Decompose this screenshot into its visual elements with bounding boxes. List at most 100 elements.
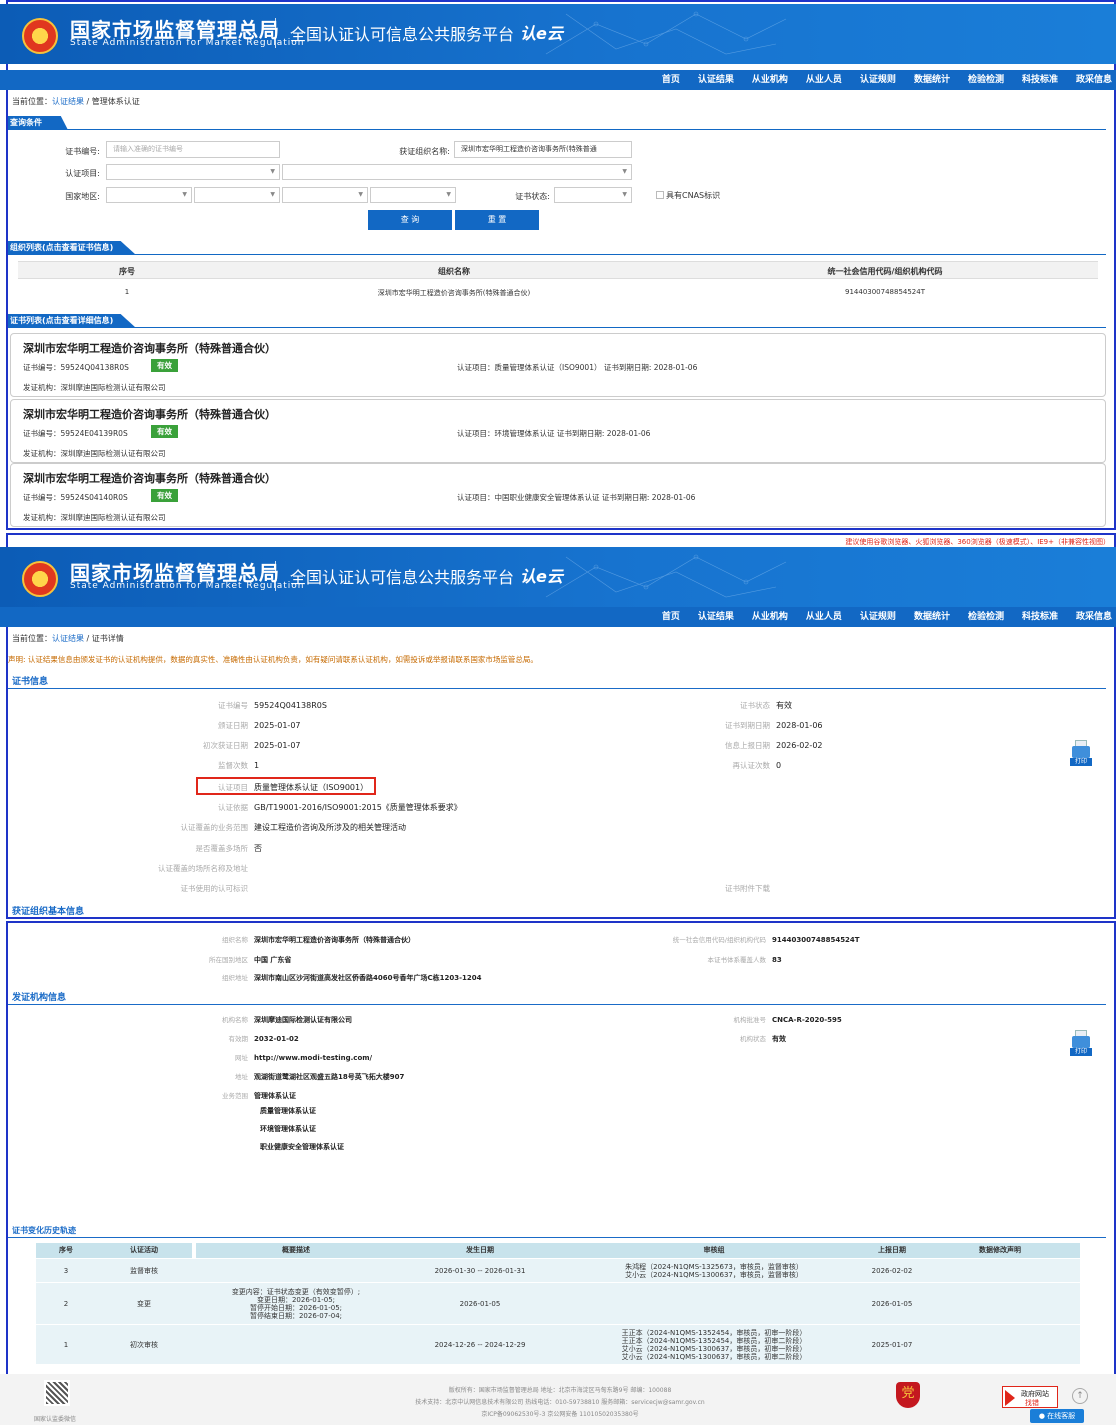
nav-item[interactable]: 认证规则 — [860, 607, 896, 627]
history-col-header: 发生日期 — [396, 1243, 564, 1258]
info-value: 否 — [254, 844, 262, 853]
info-row: 认证覆盖的业务范围 建设工程造价咨询及所涉及的相关管理活动 — [98, 822, 407, 833]
nav-item[interactable]: 政采信息 — [1076, 70, 1112, 90]
org-table-row[interactable]: 1 深圳市宏华明工程造价咨询事务所(特殊普通合伙) 91440300748854… — [18, 283, 1098, 301]
info-value: 管理体系认证 — [254, 1092, 296, 1100]
region-select-3[interactable]: ▼ — [282, 187, 368, 203]
header-divider — [275, 18, 276, 48]
agency-title-en: State Administration for Market Regulati… — [70, 38, 305, 48]
info-value: 83 — [772, 956, 782, 964]
cert-no-label: 证书编号: — [65, 147, 100, 156]
history-cell-date: 2024-12-26 -- 2024-12-29 — [434, 1341, 526, 1349]
online-chat-button[interactable]: ● 在线客服 — [1030, 1409, 1084, 1423]
status-label: 证书状态: — [515, 192, 550, 201]
cert-item-select-2[interactable]: ▼ — [282, 164, 632, 180]
cert-card-title[interactable]: 深圳市宏华明工程造价咨询事务所（特殊普通合伙） — [23, 406, 276, 422]
history-cell-act: 监督审核 — [130, 1267, 158, 1275]
query-button[interactable]: 查 询 — [368, 210, 452, 230]
region-select-1[interactable]: ▼ — [106, 187, 192, 203]
nav-item[interactable]: 检验检测 — [968, 70, 1004, 90]
info-value: CNCA-R-2020-595 — [772, 1016, 842, 1024]
cert-card-title[interactable]: 深圳市宏华明工程造价咨询事务所（特殊普通合伙） — [23, 470, 276, 486]
print-button[interactable]: 打印 — [1070, 740, 1092, 766]
back-to-top-icon[interactable]: ↑ — [1072, 1388, 1088, 1404]
info-row: 证书编号 59524Q04138R0S — [98, 700, 327, 711]
org-row-name[interactable]: 深圳市宏华明工程造价咨询事务所(特殊普通合伙) — [236, 288, 672, 298]
info-key: 有效期 — [228, 1035, 249, 1043]
site-header: 国家市场监督管理总局 State Administration for Mark… — [0, 4, 1116, 64]
cert-no-input[interactable]: 请输入准确的证书编号 — [106, 141, 280, 158]
info-row: 业务范围 管理体系认证 — [98, 1090, 296, 1101]
nav-item[interactable]: 首页 — [662, 607, 680, 627]
cert-card-2[interactable]: 深圳市宏华明工程造价咨询事务所（特殊普通合伙） 证书编号：59524E04139… — [10, 399, 1106, 463]
region-select-2[interactable]: ▼ — [194, 187, 280, 203]
nav-item[interactable]: 认证规则 — [860, 70, 896, 90]
cert-card-item: 认证项目：环境管理体系认证 证书到期日期: 2028-01-06 — [457, 429, 651, 438]
history-title: 证书变化历史轨迹 — [12, 1226, 76, 1235]
nav-item[interactable]: 数据统计 — [914, 607, 950, 627]
info-row: 是否覆盖多场所否 — [98, 843, 263, 854]
platform-title: 全国认证认可信息公共服务平台 — [290, 25, 515, 44]
info-key: 再认证次数 — [732, 761, 771, 770]
org-name-input[interactable]: 深圳市宏华明工程造价咨询事务所(特殊普通 — [454, 141, 632, 158]
footer-line-2: 技术支持：北京中认网信息技术有限公司 热线电话：010-59738810 服务邮… — [415, 1399, 705, 1406]
nav-item[interactable]: 从业人员 — [806, 70, 842, 90]
nav-item[interactable]: 政采信息 — [1076, 607, 1112, 627]
nav-item[interactable]: 从业人员 — [806, 607, 842, 627]
info-value: 建设工程造价咨询及所涉及的相关管理活动 — [254, 823, 406, 832]
breadcrumb-current: 证书详情 — [91, 634, 124, 643]
status-badge: 有效 — [151, 489, 178, 502]
org-row-no: 1 — [124, 288, 130, 296]
cert-card-no: 证书编号：59524S04140R0S — [23, 493, 128, 502]
nav-item[interactable]: 从业机构 — [752, 70, 788, 90]
info-key: 证书状态 — [740, 701, 770, 710]
info-row: 证书状态 有效 — [660, 700, 792, 711]
breadcrumb-link[interactable]: 认证结果 — [52, 97, 84, 106]
nav-item[interactable]: 数据统计 — [914, 70, 950, 90]
region-select-4[interactable]: ▼ — [370, 187, 456, 203]
status-select[interactable]: ▼ — [554, 187, 632, 203]
info-row: 认证覆盖的场所名称及地址 — [98, 863, 254, 874]
info-key: 机构批准号 — [733, 1016, 767, 1024]
cert-item-select-1[interactable]: ▼ — [106, 164, 280, 180]
issuer-title: 发证机构信息 — [12, 993, 67, 1003]
org-col-no: 序号 — [119, 267, 135, 276]
nav-item[interactable]: 检验检测 — [968, 607, 1004, 627]
breadcrumb-link[interactable]: 认证结果 — [52, 634, 84, 643]
gov-site-error-button[interactable]: 政府网站 找错 — [1002, 1386, 1058, 1408]
nav-item[interactable]: 认证结果 — [698, 607, 734, 627]
reset-button[interactable]: 重 置 — [455, 210, 539, 230]
info-value: 2025-01-07 — [254, 721, 301, 730]
history-cell-report: 2025-01-07 — [871, 1341, 913, 1349]
nav-items-top: 首页 认证结果 从业机构 从业人员 认证规则 数据统计 检验检测 科技标准 政采信息 — [644, 70, 1112, 90]
cert-card-issuer: 发证机构：深圳摩迪国际检测认证有限公司 — [23, 383, 166, 392]
cert-card-item: 认证项目：中国职业健康安全管理体系认证 证书到期日期: 2028-01-06 — [457, 493, 696, 502]
info-key: 证书附件下载 — [725, 884, 770, 893]
cert-info-rule — [8, 688, 1106, 689]
nav-item[interactable]: 科技标准 — [1022, 70, 1058, 90]
info-key: 认证覆盖的业务范围 — [180, 823, 249, 832]
info-key: 证书编号 — [218, 701, 248, 710]
info-key: 是否覆盖多场所 — [195, 844, 249, 853]
info-value: http://www.modi-testing.com/ — [254, 1054, 373, 1062]
org-table-header: 序号 组织名称 统一社会信用代码/组织机构代码 — [18, 261, 1098, 279]
nav-item[interactable]: 科技标准 — [1022, 607, 1058, 627]
history-col-header: 上报日期 — [864, 1243, 920, 1258]
party-shield-icon[interactable]: 党 — [896, 1382, 920, 1408]
cnas-checkbox[interactable] — [656, 191, 664, 199]
status-badge: 有效 — [151, 425, 178, 438]
info-row: 所在国别地区 中国 广东省 — [98, 954, 291, 965]
info-key: 组织地址 — [222, 974, 248, 982]
print-button-2[interactable]: 打印 — [1070, 1030, 1092, 1056]
query-tab: 查询条件 — [8, 116, 68, 130]
cert-card-title[interactable]: 深圳市宏华明工程造价咨询事务所（特殊普通合伙） — [23, 340, 276, 356]
cert-card-3[interactable]: 深圳市宏华明工程造价咨询事务所（特殊普通合伙） 证书编号：59524S04140… — [10, 463, 1106, 527]
renyun-logo: 认e云 — [520, 567, 563, 586]
nav-item[interactable]: 首页 — [662, 70, 680, 90]
flag-icon — [1005, 1390, 1015, 1406]
cert-card-1[interactable]: 深圳市宏华明工程造价咨询事务所（特殊普通合伙） 证书编号：59524Q04138… — [10, 333, 1106, 397]
cert-list-tab: 证书列表(点击查看详细信息) — [8, 314, 136, 328]
status-badge: 有效 — [151, 359, 178, 372]
nav-item[interactable]: 认证结果 — [698, 70, 734, 90]
nav-item[interactable]: 从业机构 — [752, 607, 788, 627]
